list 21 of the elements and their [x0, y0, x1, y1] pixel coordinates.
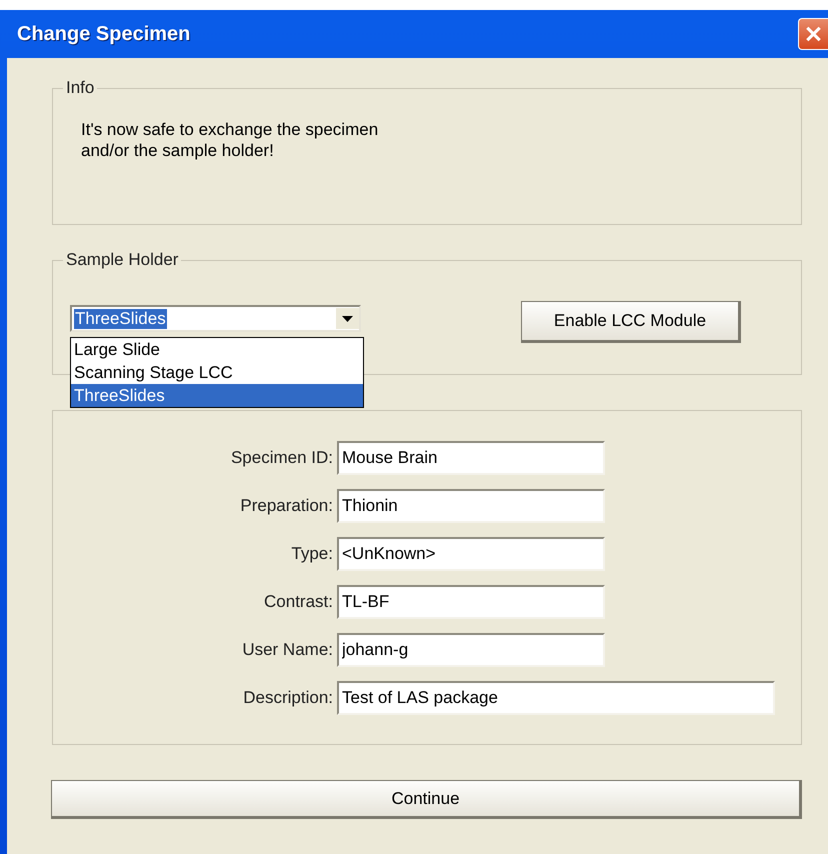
dropdown-option[interactable]: ThreeSlides — [71, 384, 363, 407]
text-field[interactable]: Mouse Brain — [337, 441, 605, 475]
continue-button[interactable]: Continue — [51, 780, 802, 819]
text-field[interactable]: Test of LAS package — [337, 681, 775, 715]
field-label: Preparation: — [239, 496, 334, 516]
field-label: Description: — [242, 688, 334, 708]
dropdown-arrow-icon — [342, 316, 353, 322]
enable-lcc-button[interactable]: Enable LCC Module — [521, 301, 741, 343]
group-legend: Sample Holder — [63, 250, 182, 270]
text-field[interactable]: TL-BF — [337, 585, 605, 619]
info-message: It's now safe to exchange the specimen and/or the sample holder! — [81, 119, 380, 161]
field-label: User Name: — [241, 640, 334, 660]
dropdown-option[interactable]: Large Slide — [71, 338, 363, 361]
text-field[interactable]: <UnKnown> — [337, 537, 605, 571]
field-label: Specimen ID: — [230, 448, 334, 468]
dropdown-option[interactable]: Scanning Stage LCC — [71, 361, 363, 384]
text-field[interactable]: Thionin — [337, 489, 605, 523]
field-label: Contrast: — [263, 592, 334, 612]
field-label: Type: — [290, 544, 334, 564]
close-button[interactable] — [798, 18, 828, 50]
window-title: Change Specimen — [17, 22, 190, 46]
